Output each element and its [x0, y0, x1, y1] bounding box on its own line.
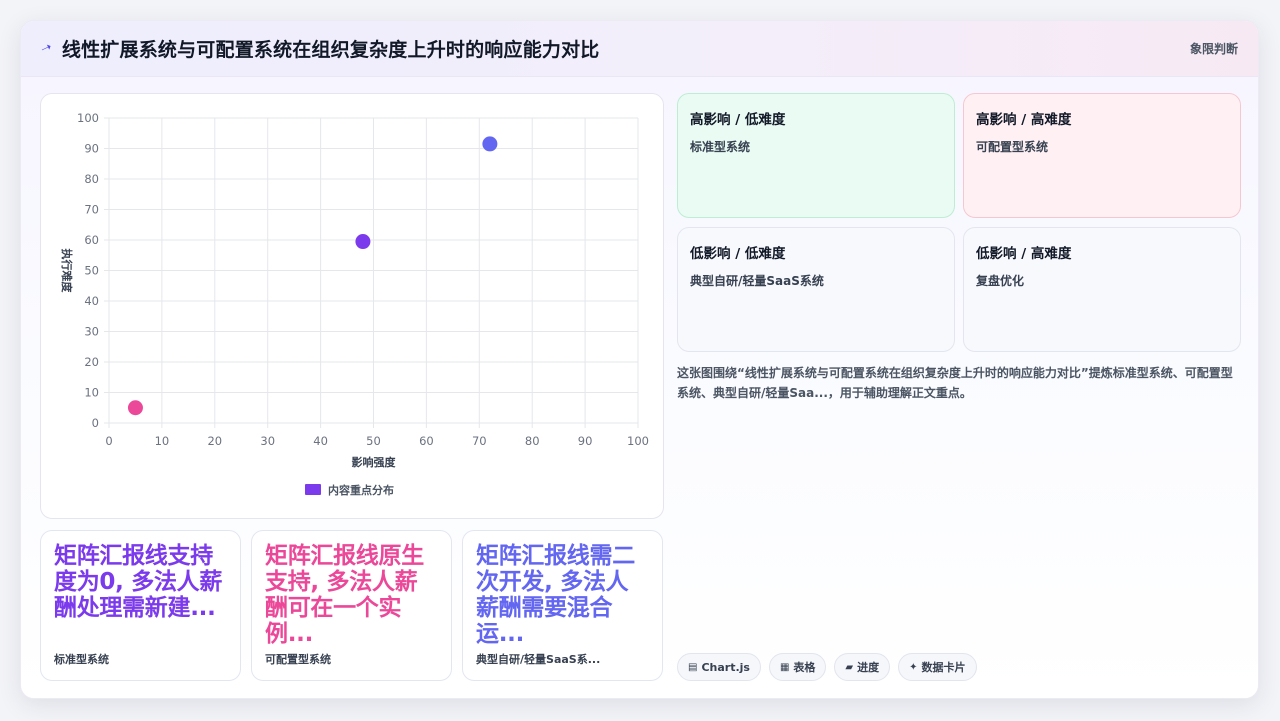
- pill-table[interactable]: ▦ 表格: [768, 653, 827, 681]
- quadrant-item: 典型自研/轻量SaaS系统: [690, 274, 824, 288]
- x-tick-label: 40: [313, 434, 328, 448]
- x-axis-label: 影响强度: [352, 455, 397, 469]
- pill-label: 表格: [793, 661, 816, 674]
- y-tick-label: 60: [84, 233, 99, 247]
- x-tick-label: 90: [578, 434, 593, 448]
- quadrant-item: 复盘优化: [976, 274, 1025, 288]
- y-tick-label: 20: [84, 355, 99, 369]
- stat-label: 典型自研/轻量SaaS系...: [476, 653, 601, 666]
- bolt-icon: ➝: [38, 39, 55, 58]
- x-tick-label: 50: [366, 434, 381, 448]
- stat-label: 标准型系统: [54, 653, 109, 666]
- stat-card-custom: 矩阵汇报线需二次开发, 多法人薪酬需要混合运... 典型自研/轻量SaaS系..…: [462, 530, 663, 681]
- y-tick-label: 10: [84, 386, 99, 400]
- y-tick-label: 50: [84, 264, 99, 278]
- quadrant-low-impact-low-difficulty: 低影响 / 低难度 典型自研/轻量SaaS系统: [677, 227, 955, 352]
- scatter-chart: 0 10 20 30 40 50 60 70 80 90 100 0 10 20 30 40 50 60 70 80 9…: [60, 111, 649, 497]
- quadrant-low-impact-high-difficulty: 低影响 / 高难度 复盘优化: [963, 227, 1241, 352]
- scatter-chart-panel: 0 10 20 30 40 50 60 70 80 90 100 0 10 20 30 40 50 60 70 80 9…: [40, 93, 664, 519]
- sparkle-icon: ✦: [909, 661, 918, 673]
- data-point: [127, 400, 143, 416]
- x-tick-label: 100: [627, 434, 649, 448]
- stat-card-configurable: 矩阵汇报线原生支持, 多法人薪酬可在一个实例... 可配置型系统: [251, 530, 452, 681]
- y-tick-label: 40: [84, 294, 99, 308]
- y-axis-label: 执行难度: [60, 249, 74, 294]
- progress-icon: ▰: [845, 661, 854, 673]
- page-title: 线性扩展系统与可配置系统在组织复杂度上升时的响应能力对比: [61, 39, 600, 61]
- x-tick-label: 20: [207, 434, 222, 448]
- quadrant-high-impact-low-difficulty: 高影响 / 低难度 标准型系统: [677, 93, 955, 218]
- chart-icon: ▤: [688, 661, 698, 673]
- header: ➝ 线性扩展系统与可配置系统在组织复杂度上升时的响应能力对比 象限判断: [21, 21, 1258, 77]
- stat-card-standard: 矩阵汇报线支持度为0, 多法人薪酬处理需新建... 标准型系统: [40, 530, 241, 681]
- x-tick-label: 30: [260, 434, 275, 448]
- quadrant-title: 高影响 / 低难度: [690, 112, 786, 128]
- pill-data-card[interactable]: ✦ 数据卡片: [898, 653, 977, 681]
- quadrant-high-impact-high-difficulty: 高影响 / 高难度 可配置型系统: [963, 93, 1241, 218]
- y-tick-label: 70: [84, 203, 99, 217]
- quadrant-item: 标准型系统: [690, 140, 751, 154]
- quadrant-item: 可配置型系统: [976, 140, 1049, 154]
- stat-value: 矩阵汇报线原生支持, 多法人薪酬可在一个实例...: [265, 543, 424, 647]
- x-tick-label: 0: [105, 434, 112, 448]
- x-tick-label: 70: [472, 434, 487, 448]
- quadrant-title: 低影响 / 高难度: [976, 246, 1072, 262]
- pill-label: Chart.js: [701, 660, 750, 674]
- x-tick-label: 60: [419, 434, 434, 448]
- pill-chartjs[interactable]: ▤ Chart.js: [677, 653, 761, 681]
- stat-value: 矩阵汇报线需二次开发, 多法人薪酬需要混合运...: [476, 543, 635, 647]
- legend-label: 内容重点分布: [328, 483, 394, 497]
- main-card: ➝ 线性扩展系统与可配置系统在组织复杂度上升时的响应能力对比 象限判断 0 10 2…: [20, 20, 1259, 699]
- stat-label: 可配置型系统: [265, 653, 331, 666]
- stat-value: 矩阵汇报线支持度为0, 多法人薪酬处理需新建...: [54, 543, 223, 621]
- y-tick-label: 90: [84, 142, 99, 156]
- header-tag: 象限判断: [1189, 42, 1238, 56]
- y-tick-label: 100: [77, 111, 99, 125]
- y-tick-label: 0: [92, 416, 99, 430]
- data-point: [355, 234, 371, 250]
- quadrant-title: 低影响 / 低难度: [690, 246, 786, 262]
- quadrant-title: 高影响 / 高难度: [976, 112, 1072, 128]
- data-point: [482, 136, 498, 152]
- pill-progress[interactable]: ▰ 进度: [834, 653, 891, 681]
- feature-pills: ▤ Chart.js ▦ 表格 ▰ 进度 ✦ 数据卡片: [677, 653, 977, 681]
- y-tick-label: 80: [84, 172, 99, 186]
- x-tick-label: 10: [155, 434, 170, 448]
- x-tick-label: 80: [525, 434, 540, 448]
- y-tick-label: 30: [84, 325, 99, 339]
- legend-swatch: [305, 484, 321, 495]
- pill-label: 进度: [857, 661, 880, 674]
- pill-label: 数据卡片: [921, 661, 966, 674]
- table-icon: ▦: [779, 661, 790, 673]
- chart-description: 这张图围绕“线性扩展系统与可配置系统在组织复杂度上升时的响应能力对比”提炼标准型…: [677, 366, 1233, 400]
